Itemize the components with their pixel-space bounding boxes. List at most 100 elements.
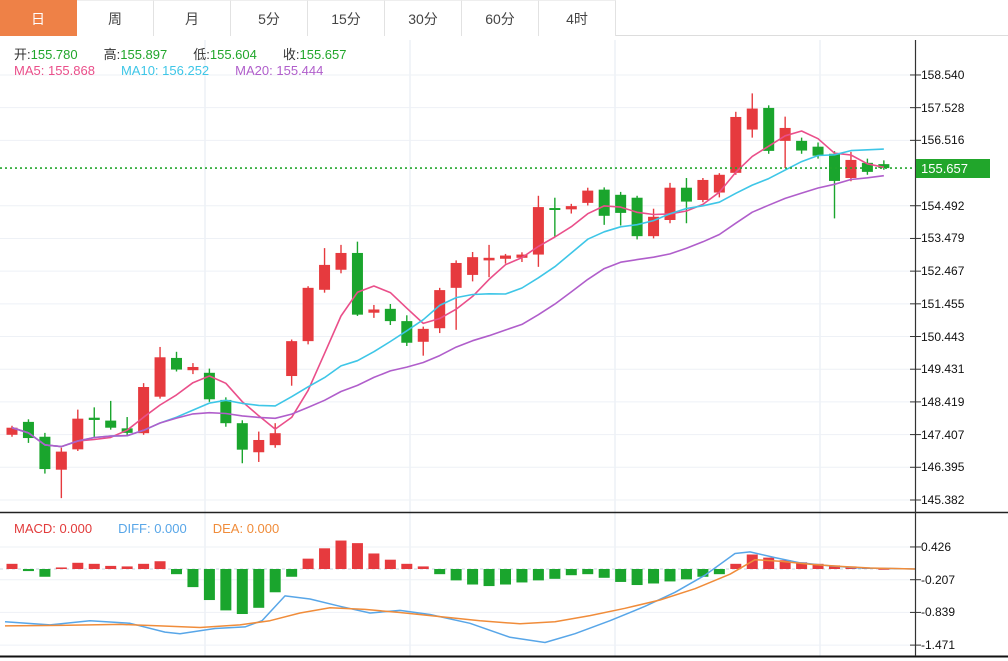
close-value: 155.657	[300, 47, 347, 62]
candle-body	[105, 421, 116, 428]
y-axis-tick-label: 157.528	[921, 101, 964, 115]
candle-body	[155, 357, 166, 396]
trading-chart-app: 日周月5分15分30分60分4时 开:155.780高:155.897低:155…	[0, 0, 1008, 661]
y-axis-tick-label: -0.839	[921, 605, 955, 619]
macd-bar	[122, 566, 133, 569]
candle-body	[813, 147, 824, 156]
candle-body	[171, 358, 182, 370]
candle-body	[615, 195, 626, 213]
y-axis-tick-label: 151.455	[921, 297, 964, 311]
high-value: 155.897	[120, 47, 167, 62]
macd-bar	[632, 569, 643, 585]
candle-body	[72, 419, 83, 450]
y-axis-tick-label: 146.395	[921, 460, 964, 474]
ma10-label: MA10:	[121, 63, 159, 78]
candle-body	[467, 257, 478, 275]
macd-bar	[336, 541, 347, 569]
macd-bar	[566, 569, 577, 575]
y-axis-tick-label: -0.207	[921, 573, 955, 587]
ma5-label: MA5:	[14, 63, 44, 78]
macd-bar	[451, 569, 462, 580]
macd-bar	[582, 569, 593, 574]
candle-body	[56, 452, 67, 470]
candle-body	[352, 253, 363, 315]
y-axis-tick-label: 147.407	[921, 428, 964, 442]
macd-bar	[105, 566, 116, 569]
macd-bar	[615, 569, 626, 582]
candle-body	[237, 423, 248, 449]
candle-body	[286, 341, 297, 376]
macd-bar	[303, 559, 314, 569]
dea-value: 0.000	[247, 521, 280, 536]
close-label: 收:	[283, 44, 300, 63]
macd-bar	[533, 569, 544, 580]
ma20-label: MA20:	[235, 63, 273, 78]
candle-body	[418, 329, 429, 342]
macd-bar	[434, 569, 445, 574]
macd-bar	[368, 553, 379, 569]
macd-readout: MACD: 0.000DIFF: 0.000DEA: 0.000	[14, 521, 279, 536]
candle-body	[336, 253, 347, 270]
y-axis-tick-label: 0.426	[921, 540, 951, 554]
open-label: 开:	[14, 44, 31, 63]
macd-bar	[352, 543, 363, 569]
macd-bar	[155, 561, 166, 569]
y-axis-tick-label: 152.467	[921, 264, 964, 278]
macd-bar	[681, 569, 692, 579]
macd-bar	[187, 569, 198, 587]
candle-body	[303, 288, 314, 341]
macd-bar	[7, 564, 18, 569]
candle-body	[500, 256, 511, 259]
y-axis-tick-label: 150.443	[921, 330, 964, 344]
candle-body	[582, 191, 593, 203]
ma5-value: 155.868	[48, 63, 95, 78]
y-axis-tick-label: 145.382	[921, 493, 964, 507]
candle-body	[796, 141, 807, 151]
chart-canvas[interactable]	[0, 0, 1008, 661]
y-axis-tick-label: -1.471	[921, 638, 955, 652]
candle-body	[138, 387, 149, 433]
candle-body	[220, 400, 231, 423]
candle-body	[549, 208, 560, 210]
candle-body	[632, 198, 643, 236]
ma-readout: MA5: 155.868MA10: 156.252MA20: 155.444	[14, 63, 323, 78]
macd-bar	[484, 569, 495, 586]
candle-body	[533, 207, 544, 254]
candle-body	[730, 117, 741, 173]
macd-bar	[89, 564, 100, 569]
macd-bar	[171, 569, 182, 574]
macd-bar	[549, 569, 560, 579]
y-axis-tick-label: 148.419	[921, 395, 964, 409]
candle-body	[451, 263, 462, 288]
ma20-value: 155.444	[276, 63, 323, 78]
macd-bar	[401, 564, 412, 569]
macd-bar	[23, 569, 34, 571]
candle-body	[253, 440, 264, 452]
low-value: 155.604	[210, 47, 257, 62]
candle-body	[599, 190, 610, 216]
macd-bar	[220, 569, 231, 610]
y-axis-tick-label: 153.479	[921, 231, 964, 245]
candle-body	[566, 206, 577, 209]
dea-label: DEA:	[213, 521, 243, 536]
macd-bar	[237, 569, 248, 614]
macd-bar	[763, 558, 774, 569]
candle-body	[845, 160, 856, 178]
macd-bar	[714, 569, 725, 574]
macd-bar	[385, 560, 396, 569]
candle-body	[484, 258, 495, 261]
y-axis-tick-label: 149.431	[921, 362, 964, 376]
macd-bar	[56, 567, 67, 569]
macd-bar	[286, 569, 297, 577]
low-label: 低:	[193, 44, 210, 63]
macd-bar	[72, 563, 83, 569]
candle-body	[319, 265, 330, 290]
macd-bar	[599, 569, 610, 578]
ohlc-readout: 开:155.780高:155.897低:155.604收:155.657	[14, 44, 347, 63]
candle-body	[747, 109, 758, 130]
current-price-label: 155.657	[916, 159, 990, 178]
y-axis-tick-label: 158.540	[921, 68, 964, 82]
macd-bar	[138, 564, 149, 569]
candle-body	[270, 433, 281, 445]
diff-label: DIFF:	[118, 521, 151, 536]
